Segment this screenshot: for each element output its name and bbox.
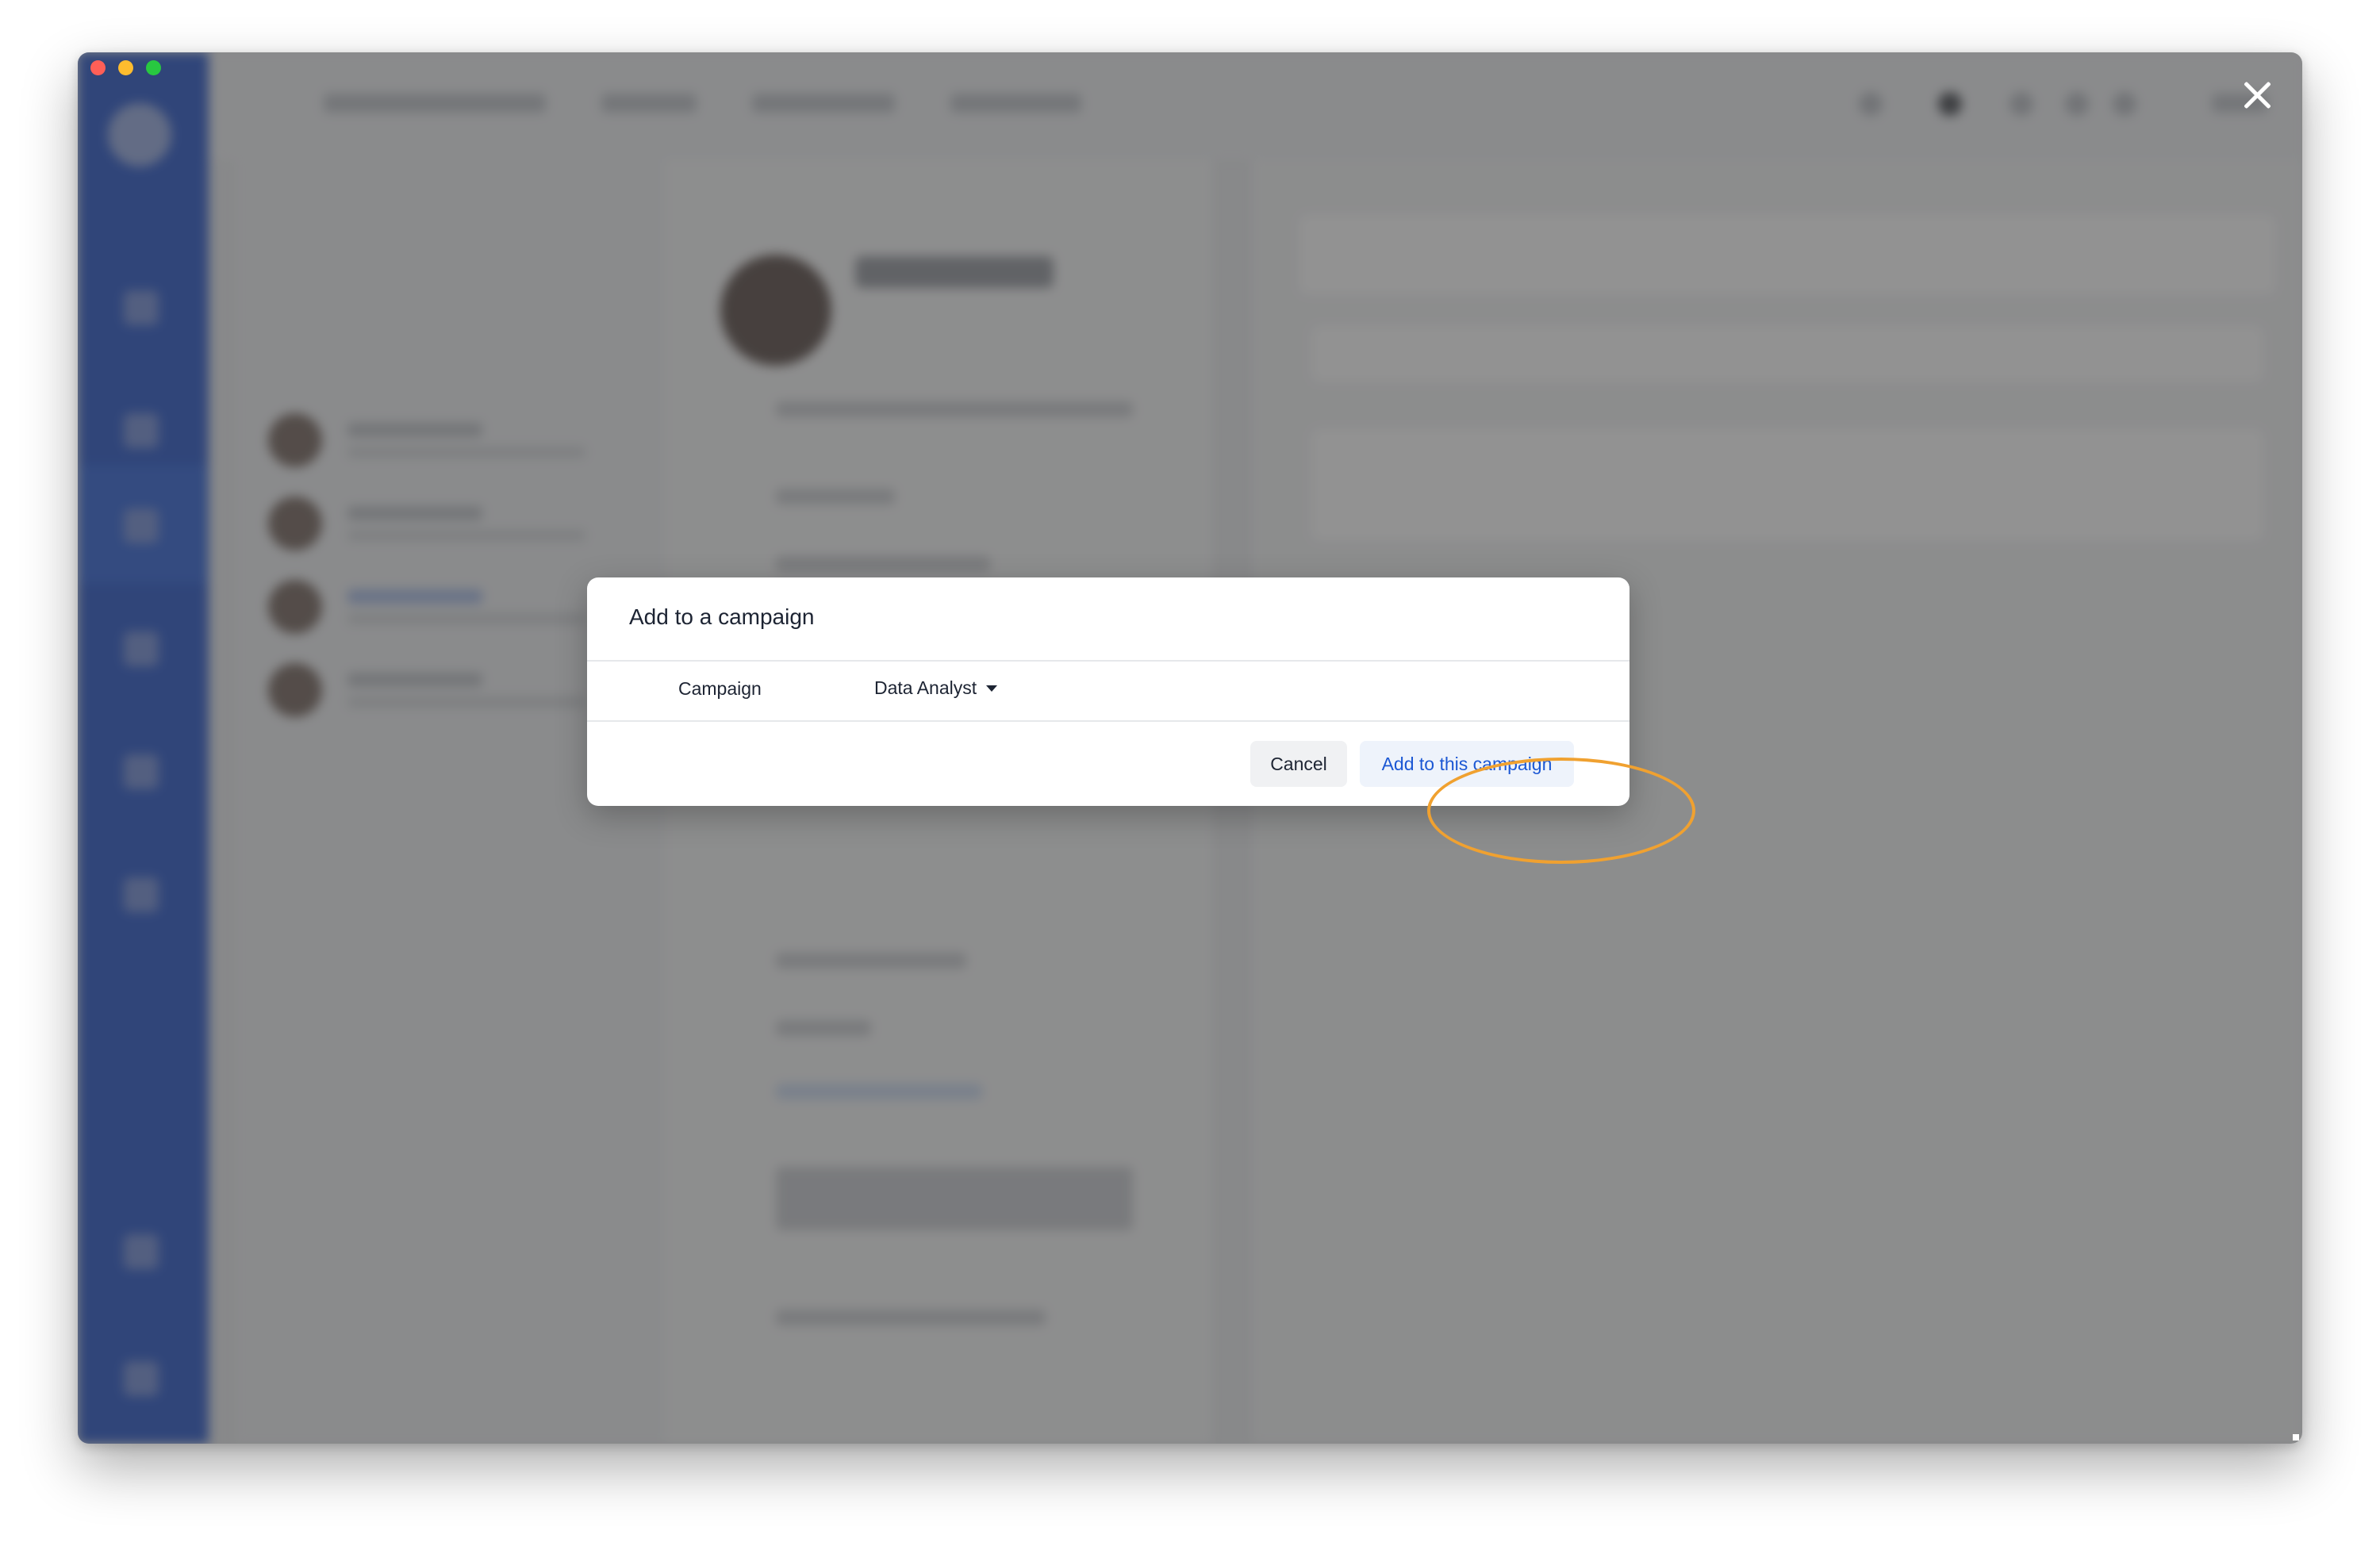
campaign-select-value: Data Analyst xyxy=(874,677,977,698)
dialog-title: Add to a campaign xyxy=(629,604,815,629)
caret-down-icon xyxy=(986,685,998,692)
divider xyxy=(587,720,1630,722)
divider xyxy=(587,660,1630,662)
campaign-label: Campaign xyxy=(678,678,762,699)
campaign-select[interactable]: Data Analyst xyxy=(874,673,998,703)
cancel-button[interactable]: Cancel xyxy=(1250,741,1347,787)
window-close-dot[interactable] xyxy=(90,60,106,75)
window-minimize-dot[interactable] xyxy=(118,60,133,75)
resize-handle[interactable] xyxy=(2293,1434,2299,1441)
window-zoom-dot[interactable] xyxy=(146,60,161,75)
highlight-ring xyxy=(1427,758,1695,864)
close-icon[interactable] xyxy=(2236,73,2280,117)
